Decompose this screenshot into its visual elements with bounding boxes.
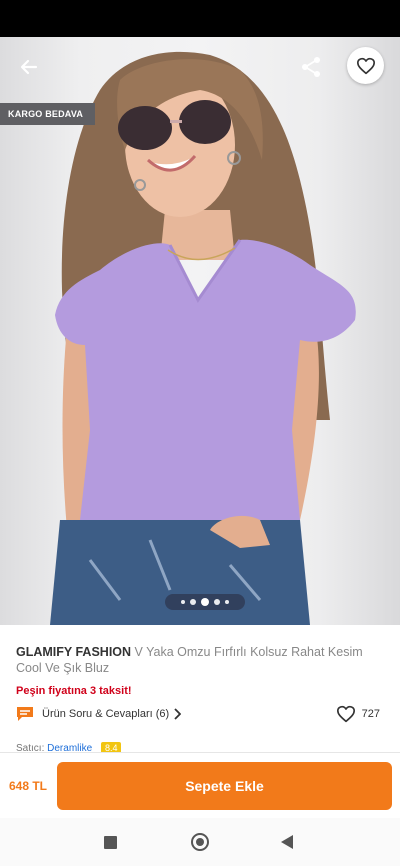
- product-title: GLAMIFY FASHION V Yaka Omzu Fırfırlı Kol…: [16, 644, 384, 676]
- favorite-count[interactable]: 727: [336, 705, 380, 723]
- price: 648 TL: [9, 779, 48, 793]
- add-to-cart-button[interactable]: Sepete Ekle: [57, 762, 392, 810]
- gallery-dot-active[interactable]: [201, 598, 209, 606]
- arrow-left-icon: [20, 59, 38, 75]
- product-image-gallery[interactable]: [0, 37, 400, 625]
- heart-outline-icon: [356, 57, 375, 74]
- heart-outline-icon: [336, 705, 355, 723]
- favorite-count-value: 727: [361, 708, 380, 720]
- qa-link[interactable]: Ürün Soru & Cevapları (6): [42, 708, 169, 720]
- brand-name[interactable]: GLAMIFY FASHION: [16, 645, 131, 659]
- product-info: GLAMIFY FASHION V Yaka Omzu Fırfırlı Kol…: [0, 625, 400, 724]
- back-triangle-icon[interactable]: [281, 835, 293, 849]
- status-bar: [0, 0, 400, 37]
- gallery-dot[interactable]: [214, 599, 220, 605]
- installment-text: Peşin fiyatına 3 taksit!: [16, 685, 132, 697]
- share-icon: [302, 57, 320, 77]
- gallery-dot[interactable]: [190, 599, 196, 605]
- bottom-bar: 648 TL Sepete Ekle: [0, 752, 400, 818]
- gallery-pagination[interactable]: [165, 594, 245, 610]
- system-nav-bar: [0, 818, 400, 866]
- back-button[interactable]: [12, 50, 46, 84]
- qa-row: Ürün Soru & Cevapları (6) 727: [16, 704, 384, 724]
- home-icon[interactable]: [191, 833, 209, 851]
- recent-apps-icon[interactable]: [104, 836, 117, 849]
- gallery-dot[interactable]: [181, 600, 185, 604]
- chevron-right-icon: [174, 708, 182, 720]
- free-shipping-badge: KARGO BEDAVA: [0, 103, 96, 125]
- favorite-button[interactable]: [347, 47, 384, 84]
- gallery-dot[interactable]: [225, 600, 229, 604]
- share-button[interactable]: [294, 50, 328, 84]
- product-photo: [50, 51, 356, 625]
- chat-bubble-icon: [17, 707, 33, 721]
